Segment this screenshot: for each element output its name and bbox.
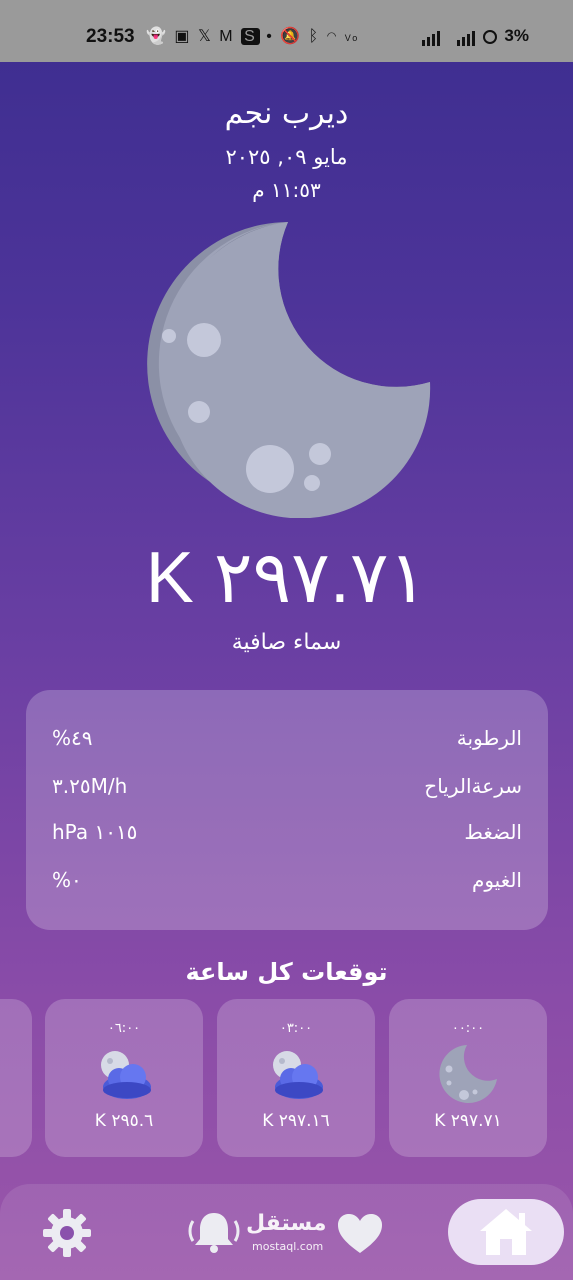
wifi-icon: ◠: [326, 28, 339, 45]
s-icon: S: [241, 28, 260, 45]
gear-icon[interactable]: [42, 1208, 92, 1258]
detail-label: الضغط: [464, 820, 522, 844]
detail-value: ٣.٢٥M/h: [52, 774, 128, 798]
battery-saver-icon: [483, 30, 497, 44]
status-time: 23:53: [86, 26, 135, 47]
status-notification-icons: 👻 ▣ 𝕏 M S • 🔕 ᛒ ◠ Vo: [146, 26, 359, 46]
bell-icon[interactable]: [186, 1209, 242, 1255]
forecast-temp: K ٢٩٧.١٦: [262, 1111, 330, 1131]
crescent-moon-icon: [439, 1045, 497, 1103]
dot-icon: •: [266, 28, 274, 45]
status-bar: 23:53 👻 ▣ 𝕏 M S • 🔕 ᛒ ◠ Vo 3%: [0, 0, 573, 62]
detail-label: الغيوم: [471, 868, 522, 892]
forecast-title: توقعات كل ساعة: [185, 958, 388, 986]
battery-level: 3%: [504, 26, 529, 45]
forecast-card[interactable]: ٠٣:٠٠ K ٢٩٧.١٦: [217, 999, 375, 1157]
detail-label: سرعةالرياح: [424, 774, 522, 798]
detail-row-humidity: الرطوبة %٤٩: [52, 726, 522, 756]
cloudy-night-icon: [101, 1051, 151, 1099]
watermark-logo: مستقل: [246, 1211, 327, 1236]
gmail-icon: M: [219, 28, 235, 45]
forecast-time: ٠٣:٠٠: [279, 1021, 313, 1036]
signal-icon: [422, 28, 477, 46]
forecast-time: ٠٦:٠٠: [107, 1021, 141, 1036]
current-date: مايو ٠٩, ٢٠٢٥: [225, 145, 348, 169]
city-name: ديرب نجم: [224, 96, 349, 131]
temperature-value: K ٢٩٧.٧١: [145, 538, 428, 618]
forecast-card-partial[interactable]: [0, 999, 32, 1157]
forecast-card[interactable]: ٠٠:٠٠ K ٢٩٧.٧١: [389, 999, 547, 1157]
x-icon: 𝕏: [197, 28, 213, 45]
weather-details-card: الرطوبة %٤٩ سرعةالرياح ٣.٢٥M/h الضغط hPa…: [26, 690, 548, 930]
mute-icon: 🔕: [280, 28, 303, 45]
current-time: ١١:٥٣ م: [252, 178, 321, 202]
detail-row-pressure: الضغط hPa ١٠١٥: [52, 820, 522, 850]
crescent-moon-icon: [147, 222, 431, 518]
home-icon: [480, 1209, 532, 1255]
detail-value: %٠: [52, 868, 82, 892]
detail-value: hPa ١٠١٥: [52, 820, 138, 844]
forecast-time: ٠٠:٠٠: [451, 1021, 485, 1036]
heart-icon[interactable]: [337, 1213, 383, 1255]
watermark-url: mostaql.com: [252, 1240, 324, 1253]
cloudy-night-icon: [273, 1051, 323, 1099]
detail-label: الرطوبة: [456, 726, 522, 750]
detail-row-wind: سرعةالرياح ٣.٢٥M/h: [52, 774, 522, 804]
detail-value: %٤٩: [52, 726, 93, 750]
weather-condition: سماء صافية: [231, 630, 342, 655]
youtube-icon: ▣: [174, 28, 192, 45]
forecast-temp: K ٢٩٧.٧١: [434, 1111, 502, 1131]
forecast-temp: K ٢٩٥.٦: [94, 1111, 154, 1131]
forecast-card[interactable]: ٠٦:٠٠ K ٢٩٥.٦: [45, 999, 203, 1157]
volte-icon: Vo: [344, 33, 360, 43]
snapchat-icon: 👻: [146, 28, 168, 45]
bluetooth-icon: ᛒ: [308, 28, 321, 45]
detail-row-clouds: الغيوم %٠: [52, 868, 522, 898]
nav-home-button[interactable]: [448, 1199, 564, 1265]
